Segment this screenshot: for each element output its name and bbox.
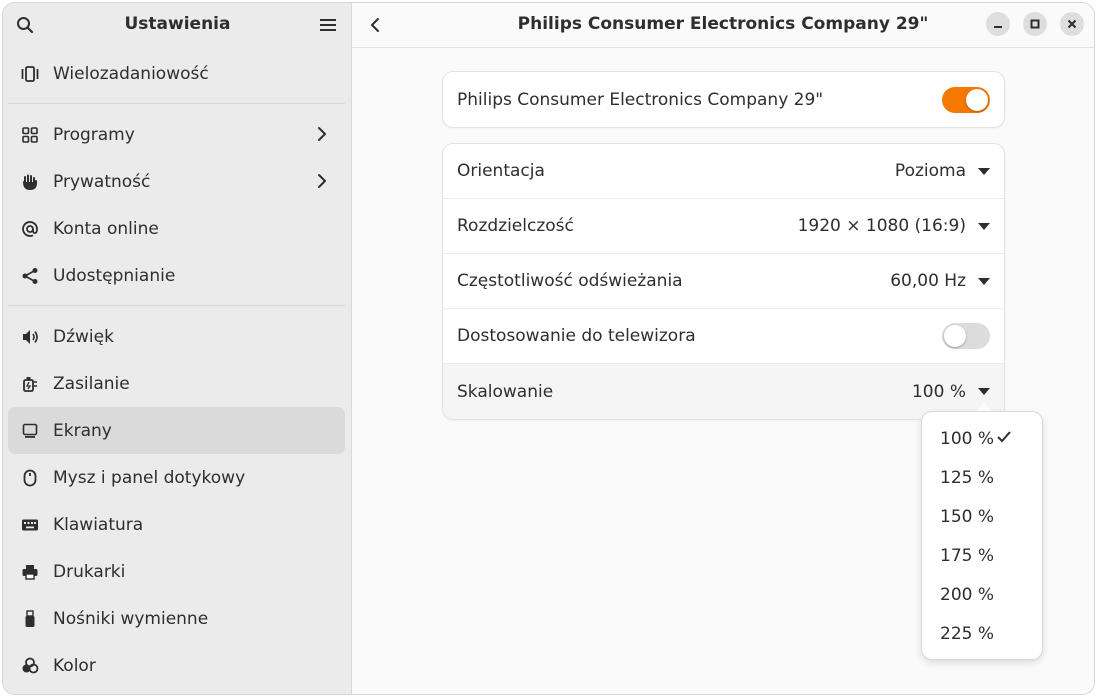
scaling-option-label: 200 % [940,584,995,605]
scaling-option[interactable]: 150 % [922,497,1042,536]
sidebar-item-drukarki[interactable]: Drukarki [8,548,345,595]
chevron-right-icon [313,172,331,190]
scaling-option-label: 225 % [940,623,995,644]
printer-icon [20,562,40,582]
scaling-label: Skalowanie [457,381,554,402]
refresh-rate-value: 60,00 Hz [890,271,966,291]
share-icon [20,266,40,286]
sidebar-item-label: Mysz i panel dotykowy [53,467,246,488]
scaling-option-label: 125 % [940,467,995,488]
maximize-button[interactable] [1023,12,1047,36]
orientation-label: Orientacja [457,161,545,181]
scaling-option[interactable]: 175 % [922,536,1042,575]
hand-icon [20,172,40,192]
hamburger-icon [320,19,336,31]
close-button[interactable] [1060,12,1084,36]
display-settings-card: Orientacja Pozioma Rozdzielczość 1920 × … [443,144,1004,419]
sidebar-item-wielozadaniowosc[interactable]: Wielozadaniowość [8,50,345,97]
sidebar-item-zasilanie[interactable]: Zasilanie [8,360,345,407]
chevron-right-icon [313,125,331,143]
switch-knob [944,325,966,347]
refresh-rate-row[interactable]: Częstotliwość odświeżania 60,00 Hz [443,254,1004,309]
scaling-option-label: 150 % [940,506,995,527]
scaling-value: 100 % [911,381,966,402]
resolution-label: Rozdzielczość [457,216,574,236]
sidebar-item-nosniki-wymienne[interactable]: Nośniki wymienne [8,595,345,642]
sidebar-item-label: Dźwięk [53,326,114,347]
sidebar-item-label: Udostępnianie [53,265,176,286]
sidebar-item-label: Konta online [53,218,159,239]
refresh-rate-label: Częstotliwość odświeżania [457,271,683,291]
sidebar-item-klawiatura[interactable]: Klawiatura [8,501,345,548]
orientation-row[interactable]: Orientacja Pozioma [443,144,1004,199]
usb-icon [20,609,40,629]
sidebar-item-label: Prywatność [53,171,151,192]
minimize-button[interactable] [986,12,1010,36]
scaling-row[interactable]: Skalowanie 100 % [443,364,1004,419]
sidebar-item-label: Zasilanie [53,373,130,394]
sidebar-item-udostepnianie[interactable]: Udostępnianie [8,252,345,299]
sidebar-item-konta-online[interactable]: Konta online [8,205,345,252]
close-icon [1067,19,1077,29]
tv-fit-switch[interactable] [942,323,990,349]
sidebar-separator [8,305,345,306]
sidebar-item-prywatnosc[interactable]: Prywatność [8,158,345,205]
color-icon [20,656,40,676]
main-header: Philips Consumer Electronics Company 29" [352,3,1094,48]
tv-fit-row: Dostosowanie do telewizora [443,309,1004,364]
orientation-value: Pozioma [894,161,966,181]
multitasking-icon [20,64,40,84]
sidebar-item-label: Drukarki [53,561,126,582]
dropdown-arrow-icon [978,388,990,395]
apps-icon [20,125,40,145]
sidebar-item-label: Klawiatura [53,514,144,535]
power-icon [20,374,40,394]
scaling-option[interactable]: 125 % [922,458,1042,497]
switch-knob [966,88,988,111]
sidebar-title: Ustawienia [124,14,231,34]
scaling-option-label: 175 % [940,545,995,566]
sidebar: Ustawienia Wielozadaniowość Programy Prywa… [3,3,352,694]
scaling-popover: 100 % 125 % 150 % 175 % 200 % 225 % [922,412,1042,659]
scaling-option[interactable]: 200 % [922,575,1042,614]
display-icon [20,421,40,441]
tv-fit-label: Dostosowanie do telewizora [457,326,696,346]
sidebar-item-ekrany[interactable]: Ekrany [8,407,345,454]
dropdown-arrow-icon [978,278,990,285]
dropdown-arrow-icon [978,223,990,230]
scaling-option-label: 100 % [940,428,995,449]
sidebar-item-label: Wielozadaniowość [53,63,209,84]
sidebar-item-dzwiek[interactable]: Dźwięk [8,313,345,360]
dropdown-arrow-icon [978,168,990,175]
sidebar-item-label: Nośniki wymienne [53,608,209,629]
minimize-icon [994,26,1002,28]
monitor-row: Philips Consumer Electronics Company 29" [443,72,1004,127]
sidebar-item-programy[interactable]: Programy [8,111,345,158]
sidebar-item-label: Kolor [53,655,96,676]
sidebar-item-label: Ekrany [53,420,112,441]
keyboard-icon [20,515,40,535]
checkmark-icon [996,429,1012,450]
sidebar-item-kolor[interactable]: Kolor [8,642,345,689]
sidebar-header: Ustawienia [3,3,352,48]
monitor-name: Philips Consumer Electronics Company 29" [457,89,824,110]
maximize-icon [1030,19,1040,29]
menu-button[interactable] [312,9,344,41]
sidebar-item-mysz-i-panel-dotykowy[interactable]: Mysz i panel dotykowy [8,454,345,501]
sidebar-list: Wielozadaniowość Programy Prywatność Konta … [8,50,345,689]
sidebar-item-label: Programy [53,124,135,145]
scaling-option[interactable]: 225 % [922,614,1042,653]
at-icon [20,219,40,239]
resolution-row[interactable]: Rozdzielczość 1920 × 1080 (16:9) [443,199,1004,254]
resolution-value: 1920 × 1080 (16:9) [797,216,966,236]
page-title: Philips Consumer Electronics Company 29" [517,14,929,34]
scaling-option[interactable]: 100 % [922,419,1042,458]
monitor-enable-switch[interactable] [942,86,990,113]
monitor-card: Philips Consumer Electronics Company 29" [443,72,1004,127]
mouse-icon [20,468,40,488]
speaker-icon [20,327,40,347]
sidebar-separator [8,103,345,104]
